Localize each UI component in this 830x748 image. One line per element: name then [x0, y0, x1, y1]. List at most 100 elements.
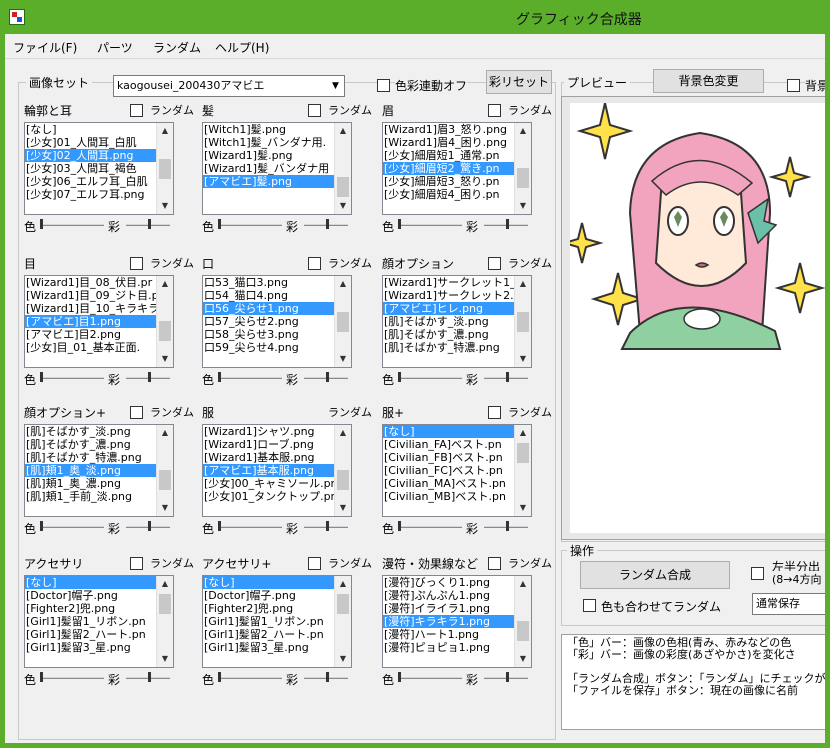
parts-list[interactable]: [Wizard1]シャツ.png [Wizard1]ローブ.png [Wizard1…: [202, 424, 352, 517]
list-item[interactable]: [Doctor]帽子.png: [203, 589, 350, 602]
saturation-slider-thumb[interactable]: [506, 672, 509, 682]
scrollbar[interactable]: ▲ ▼: [156, 425, 173, 516]
parts-list[interactable]: 口53_猫口3.png 口54_猫口4.png 口56_尖らせ1.png 口57_尖ら…: [202, 275, 352, 368]
list-item[interactable]: [少女]細眉短2_驚き.pn: [383, 162, 530, 175]
list-item[interactable]: [Doctor]帽子.png: [25, 589, 172, 602]
list-item[interactable]: [Civilian_MB]ベスト.pn: [383, 490, 530, 503]
list-item[interactable]: 口58_尖らせ3.png: [203, 328, 350, 341]
list-item[interactable]: [なし]: [203, 576, 350, 589]
color-slider-thumb[interactable]: [218, 372, 221, 382]
scrollbar[interactable]: ▲ ▼: [334, 123, 351, 214]
chevron-down-icon[interactable]: ▼: [157, 198, 173, 214]
random-checkbox[interactable]: [130, 406, 143, 419]
chevron-up-icon[interactable]: ▲: [515, 425, 531, 441]
list-item[interactable]: [肌]頬1_手前_淡.png: [25, 490, 172, 503]
random-checkbox[interactable]: [130, 104, 143, 117]
scroll-thumb[interactable]: [337, 594, 349, 614]
list-item[interactable]: [Girl1]髪留2_ハート.pn: [203, 628, 350, 641]
chevron-down-icon[interactable]: ▼: [335, 500, 351, 516]
list-item[interactable]: [Civilian_MA]ベスト.pn: [383, 477, 530, 490]
list-item[interactable]: [Civilian_FA]ベスト.pn: [383, 438, 530, 451]
color-slider-thumb[interactable]: [40, 521, 43, 531]
color-random-checkbox[interactable]: [583, 599, 596, 612]
chevron-up-icon[interactable]: ▲: [515, 576, 531, 592]
list-item[interactable]: [漫符]ピョピョ1.png: [383, 641, 530, 654]
list-item[interactable]: [Girl1]髪留1_リボン.pn: [25, 615, 172, 628]
color-link-checkbox[interactable]: [377, 79, 390, 92]
list-item[interactable]: [Civilian_FB]ベスト.pn: [383, 451, 530, 464]
chevron-down-icon[interactable]: ▼: [335, 198, 351, 214]
scroll-thumb[interactable]: [517, 168, 529, 188]
bg-color-button[interactable]: 背景色変更: [653, 69, 764, 93]
chevron-up-icon[interactable]: ▲: [157, 276, 173, 292]
color-slider-thumb[interactable]: [398, 372, 401, 382]
scroll-thumb[interactable]: [517, 621, 529, 641]
chevron-down-icon[interactable]: ▼: [157, 500, 173, 516]
chevron-down-icon[interactable]: ▼: [515, 198, 531, 214]
list-item[interactable]: [肌]そばかす_淡.png: [25, 425, 172, 438]
random-checkbox[interactable]: [308, 557, 321, 570]
list-item[interactable]: [Fighter2]兜.png: [25, 602, 172, 615]
list-item[interactable]: [漫符]キラキラ1.png: [383, 615, 530, 628]
chevron-down-icon[interactable]: ▼: [515, 651, 531, 667]
color-slider[interactable]: [398, 224, 462, 226]
scrollbar[interactable]: ▲ ▼: [514, 276, 531, 367]
parts-list[interactable]: [なし] [少女]01_人間耳_白肌 [少女]02_人間耳.png [少女]03_人間…: [24, 122, 174, 215]
scrollbar[interactable]: ▲ ▼: [334, 576, 351, 667]
menu-file[interactable]: ファイル(F): [13, 39, 77, 56]
list-item[interactable]: [漫符]ハート1.png: [383, 628, 530, 641]
list-item[interactable]: 口59_尖らせ4.png: [203, 341, 350, 354]
list-item[interactable]: [Wizard1]目_08_伏目.pr: [25, 276, 172, 289]
color-slider[interactable]: [218, 377, 282, 379]
scroll-thumb[interactable]: [337, 470, 349, 490]
list-item[interactable]: [Girl1]髪留2_ハート.pn: [25, 628, 172, 641]
list-item[interactable]: [Wizard1]サークレット1_: [383, 276, 530, 289]
scroll-thumb[interactable]: [159, 594, 171, 614]
chevron-up-icon[interactable]: ▲: [157, 576, 173, 592]
scrollbar[interactable]: ▲ ▼: [334, 276, 351, 367]
list-item[interactable]: [少女]02_人間耳.png: [25, 149, 172, 162]
list-item[interactable]: [Girl1]髪留3_星.png: [203, 641, 350, 654]
list-item[interactable]: [Girl1]髪留3_星.png: [25, 641, 172, 654]
list-item[interactable]: [Witch1]髪.png: [203, 123, 350, 136]
parts-list[interactable]: [Witch1]髪.png [Witch1]髪_バンダナ用. [Wizard1]髪.…: [202, 122, 352, 215]
chevron-down-icon[interactable]: ▼: [515, 500, 531, 516]
list-item[interactable]: [Wizard1]髪.png: [203, 149, 350, 162]
list-item[interactable]: [Wizard1]基本服.png: [203, 451, 350, 464]
list-item[interactable]: [少女]細眉短1_通常.pn: [383, 149, 530, 162]
list-item[interactable]: [肌]そばかす_濃.png: [383, 328, 530, 341]
list-item[interactable]: [少女]細眉短3_怒り.pn: [383, 175, 530, 188]
split-checkbox[interactable]: [751, 567, 764, 580]
list-item[interactable]: [漫符]イライラ1.png: [383, 602, 530, 615]
parts-list[interactable]: [Wizard1]眉3_怒り.png [Wizard1]眉4_困り.png [少女]…: [382, 122, 532, 215]
chevron-down-icon[interactable]: ▼: [157, 651, 173, 667]
color-slider[interactable]: [218, 677, 282, 679]
saturation-reset-button[interactable]: 彩リセット: [486, 70, 552, 94]
list-item[interactable]: [少女]00_キャミソール.pr: [203, 477, 350, 490]
parts-list[interactable]: [漫符]びっくり1.png [漫符]ぷんぷん1.png [漫符]イライラ1.png[…: [382, 575, 532, 668]
color-slider-thumb[interactable]: [218, 521, 221, 531]
color-slider-thumb[interactable]: [398, 219, 401, 229]
random-checkbox[interactable]: [488, 557, 501, 570]
chevron-up-icon[interactable]: ▲: [157, 123, 173, 139]
list-item[interactable]: [少女]01_タンクトップ.pn: [203, 490, 350, 503]
list-item[interactable]: [Wizard1]シャツ.png: [203, 425, 350, 438]
scrollbar[interactable]: ▲ ▼: [334, 425, 351, 516]
color-slider[interactable]: [398, 377, 462, 379]
random-checkbox[interactable]: [488, 257, 501, 270]
saturation-slider-thumb[interactable]: [148, 521, 151, 531]
random-checkbox[interactable]: [488, 104, 501, 117]
list-item[interactable]: [Civilian_FC]ベスト.pn: [383, 464, 530, 477]
list-item[interactable]: [少女]03_人間耳_褐色: [25, 162, 172, 175]
saturation-slider-thumb[interactable]: [326, 372, 329, 382]
random-checkbox[interactable]: [130, 557, 143, 570]
scroll-thumb[interactable]: [337, 312, 349, 332]
list-item[interactable]: [肌]そばかす_特濃.png: [383, 341, 530, 354]
list-item[interactable]: [肌]頬1_奥_淡.png: [25, 464, 172, 477]
scroll-thumb[interactable]: [337, 177, 349, 197]
parts-list[interactable]: [なし] [Doctor]帽子.png [Fighter2]兜.png [Girl1]…: [202, 575, 352, 668]
chevron-down-icon[interactable]: ▼: [335, 351, 351, 367]
list-item[interactable]: [肌]頬1_奥_濃.png: [25, 477, 172, 490]
list-item[interactable]: 口53_猫口3.png: [203, 276, 350, 289]
chevron-down-icon[interactable]: ▼: [335, 651, 351, 667]
